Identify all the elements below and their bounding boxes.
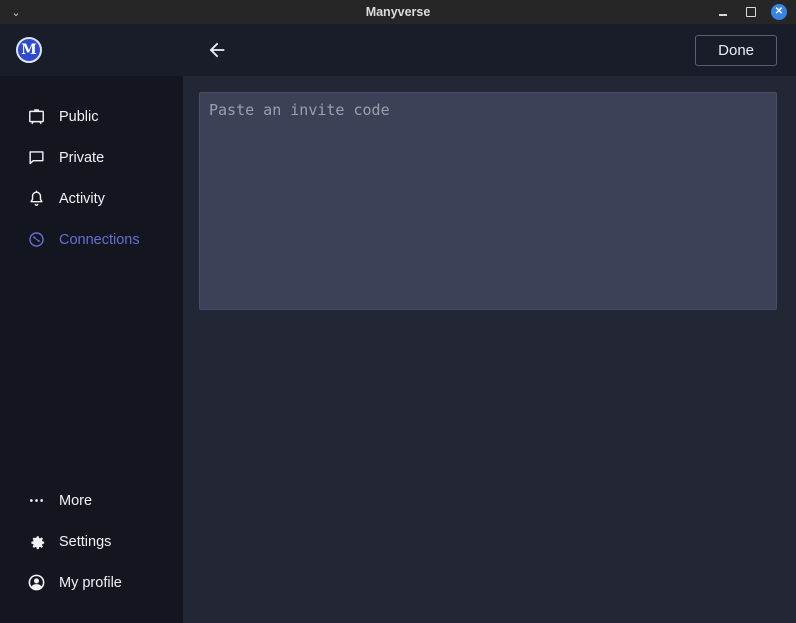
sidebar-item-connections[interactable]: Connections [0, 219, 183, 260]
body: Public Private Activit [0, 76, 796, 623]
titlebar: ⌄ Manyverse ✕ [0, 0, 796, 24]
sidebar-item-label: More [59, 493, 92, 509]
bulletin-board-icon [27, 107, 46, 126]
account-circle-icon [27, 573, 46, 592]
close-icon: ✕ [771, 4, 787, 20]
gear-icon [27, 532, 46, 551]
message-icon [27, 148, 46, 167]
minimize-button[interactable] [714, 3, 732, 21]
sidebar-footer: More Settings My [0, 480, 183, 623]
main-content [183, 76, 796, 623]
bell-icon [27, 189, 46, 208]
manyverse-logo-icon: M [16, 37, 42, 63]
done-button[interactable]: Done [695, 35, 777, 66]
restore-button[interactable] [742, 3, 760, 21]
sidebar-item-public[interactable]: Public [0, 96, 183, 137]
connections-icon [27, 230, 46, 249]
invite-code-input[interactable] [199, 92, 777, 310]
sidebar-item-settings[interactable]: Settings [0, 521, 183, 562]
back-button[interactable] [201, 34, 233, 66]
sidebar-item-label: Activity [59, 191, 105, 207]
dots-horizontal-icon [27, 491, 46, 510]
minimize-icon [719, 14, 727, 16]
sidebar-item-label: Settings [59, 534, 111, 550]
restore-icon [746, 7, 756, 17]
sidebar: Public Private Activit [0, 76, 183, 623]
sidebar-item-label: My profile [59, 575, 122, 591]
logo-zone: M [0, 37, 183, 63]
sidebar-item-activity[interactable]: Activity [0, 178, 183, 219]
close-button[interactable]: ✕ [770, 3, 788, 21]
sidebar-item-label: Connections [59, 232, 140, 248]
back-arrow-icon [206, 39, 228, 61]
sidebar-item-private[interactable]: Private [0, 137, 183, 178]
sidebar-item-my-profile[interactable]: My profile [0, 562, 183, 603]
sidebar-item-label: Public [59, 109, 99, 125]
window-title: Manyverse [0, 5, 796, 19]
app-header: M Done [0, 24, 796, 76]
window-controls: ✕ [714, 3, 796, 21]
sidebar-item-more[interactable]: More [0, 480, 183, 521]
window-menu-chevron-icon[interactable]: ⌄ [4, 0, 28, 24]
manyverse-window: ⌄ Manyverse ✕ M Done [0, 0, 796, 623]
sidebar-item-label: Private [59, 150, 104, 166]
